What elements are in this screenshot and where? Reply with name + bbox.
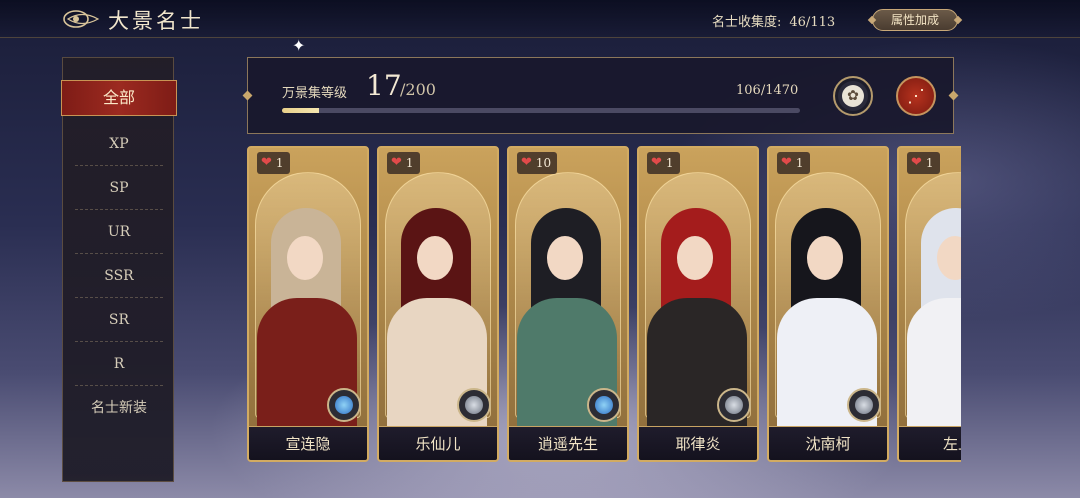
compass-badge-icon[interactable] (327, 388, 361, 422)
emblem-button[interactable]: ✿ (833, 76, 873, 116)
heart-icon: ❤ (651, 155, 662, 170)
character-name: 耶律炎 (639, 426, 757, 460)
collection-progress: 名士收集度: 46/113 (712, 11, 835, 30)
character-name: 宣连隐 (249, 426, 367, 460)
rarity-filter-sidebar: 全部 XP SP UR SSR SR R 名士新装 (61, 57, 177, 482)
share-button[interactable]: ⋰ (896, 76, 936, 116)
level-max: /200 (400, 80, 436, 99)
filter-r[interactable]: R (75, 342, 163, 386)
sparkle-icon: ✦ (292, 36, 306, 55)
compass-badge-icon[interactable] (847, 388, 881, 422)
character-face (417, 236, 453, 280)
likes-badge: ❤ 1 (907, 152, 940, 174)
heart-icon: ❤ (261, 155, 272, 170)
likes-badge: ❤ 1 (647, 152, 680, 174)
heart-icon: ❤ (391, 155, 402, 170)
exp-progress-fill (282, 108, 320, 113)
likes-badge: ❤ 1 (257, 152, 290, 174)
character-card[interactable]: ❤ 1 宣连隐 (247, 146, 369, 462)
filter-ur[interactable]: UR (75, 210, 163, 254)
character-name: 沈南柯 (769, 426, 887, 460)
filter-ssr[interactable]: SSR (75, 254, 163, 298)
compass-badge-icon[interactable] (457, 388, 491, 422)
filter-sp[interactable]: SP (75, 166, 163, 210)
character-face (807, 236, 843, 280)
emblem-icon: ✿ (842, 85, 864, 107)
character-card-list: ❤1 宣连隐 ❤1 乐仙儿 ❤10 逍遥先生 ❤1 耶律炎 ❤1 沈南 (247, 146, 961, 462)
character-card[interactable]: ❤ 10 逍遥先生 (507, 146, 629, 462)
likes-badge: ❤ 10 (517, 152, 558, 174)
attribute-bonus-button[interactable]: 属性加成 (872, 9, 958, 31)
level-label: 万景集等级 (282, 86, 348, 101)
back-arrow-icon[interactable] (62, 8, 102, 30)
filter-all[interactable]: 全部 (61, 80, 177, 116)
share-icon: ⋰ (907, 85, 925, 107)
character-robe (907, 298, 961, 428)
level-current: 17 (366, 69, 402, 102)
character-card[interactable]: ❤ 1 沈南柯 (767, 146, 889, 462)
likes-badge: ❤ 1 (777, 152, 810, 174)
character-name: 左丘 (899, 426, 961, 460)
heart-icon: ❤ (521, 155, 532, 170)
top-bar: 大景名士 名士收集度: 46/113 属性加成 (0, 0, 1080, 38)
character-card[interactable]: ❤ 1 乐仙儿 (377, 146, 499, 462)
page-title: 大景名士 (108, 9, 204, 33)
heart-icon: ❤ (911, 155, 922, 170)
likes-badge: ❤ 1 (387, 152, 420, 174)
character-face (677, 236, 713, 280)
filter-new-outfits[interactable]: 名士新装 (75, 386, 163, 430)
character-face (287, 236, 323, 280)
filter-sr[interactable]: SR (75, 298, 163, 342)
collection-label: 名士收集度: (712, 15, 782, 30)
exp-progress-bar (282, 108, 800, 113)
character-card[interactable]: ❤ 1 耶律炎 (637, 146, 759, 462)
collection-level-panel: 万景集等级 17 /200 106/1470 ✿ ⋰ (247, 57, 954, 134)
character-name: 逍遥先生 (509, 426, 627, 460)
collection-value: 46/113 (789, 15, 836, 30)
heart-icon: ❤ (781, 155, 792, 170)
character-face (547, 236, 583, 280)
compass-badge-icon[interactable] (717, 388, 751, 422)
character-name: 乐仙儿 (379, 426, 497, 460)
character-card[interactable]: ❤1 左丘 (897, 146, 961, 462)
compass-badge-icon[interactable] (587, 388, 621, 422)
exp-text: 106/1470 (736, 83, 799, 98)
filter-xp[interactable]: XP (75, 122, 163, 166)
